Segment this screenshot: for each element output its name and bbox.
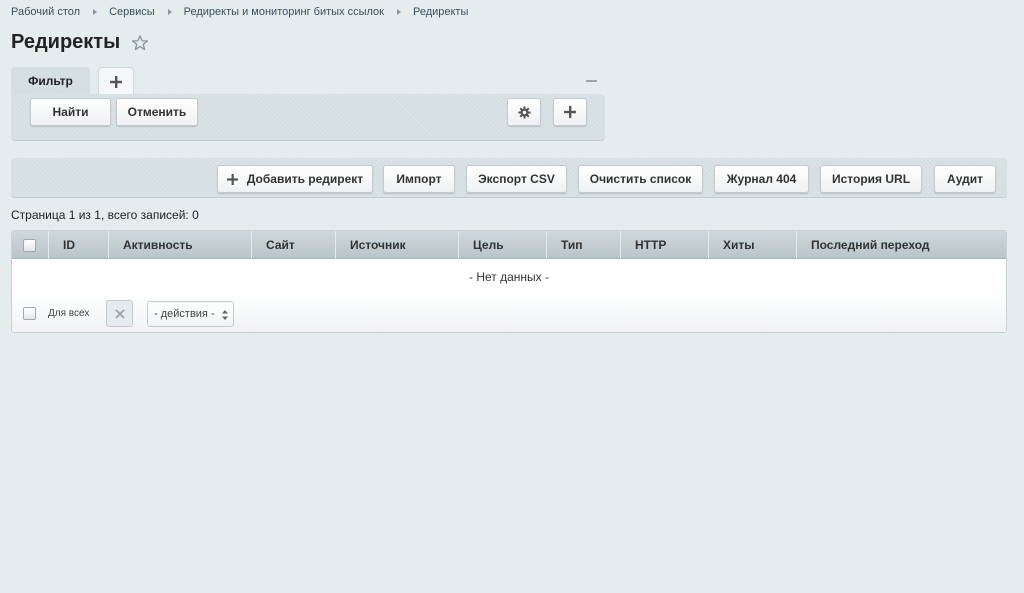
table-footer: Для всех - действия - bbox=[12, 293, 1006, 332]
plus-icon bbox=[110, 75, 122, 88]
select-all-checkbox[interactable] bbox=[23, 238, 36, 252]
breadcrumb: Рабочий стол Сервисы Редиректы и монитор… bbox=[11, 5, 468, 19]
filter-minimize-button[interactable] bbox=[586, 80, 597, 82]
column-header-site[interactable]: Сайт bbox=[251, 231, 335, 259]
breadcrumb-separator-icon bbox=[93, 9, 98, 15]
add-filter-field-button[interactable] bbox=[553, 98, 587, 126]
filter-settings-button[interactable] bbox=[507, 98, 541, 126]
breadcrumb-item-services[interactable]: Сервисы bbox=[109, 6, 155, 18]
plus-icon bbox=[564, 106, 576, 118]
add-filter-tab-button[interactable] bbox=[98, 67, 134, 95]
redirects-table: ID Активность Сайт Источник Цель Тип HTT… bbox=[11, 230, 1007, 333]
url-history-button[interactable]: История URL bbox=[820, 165, 922, 193]
filter-tab[interactable]: Фильтр bbox=[11, 67, 90, 96]
column-header-activity[interactable]: Активность bbox=[108, 231, 251, 259]
select-arrows-icon bbox=[222, 310, 228, 320]
find-button[interactable]: Найти bbox=[30, 98, 111, 126]
for-all-checkbox[interactable] bbox=[23, 307, 36, 320]
column-header-hits[interactable]: Хиты bbox=[708, 231, 796, 259]
page-title: Редиректы bbox=[11, 31, 121, 53]
delete-selected-button[interactable] bbox=[106, 300, 133, 327]
filter-panel: Найти Отменить bbox=[11, 94, 605, 141]
cancel-button[interactable]: Отменить bbox=[116, 98, 198, 126]
audit-button[interactable]: Аудит bbox=[934, 165, 996, 193]
gear-icon bbox=[517, 105, 531, 119]
clear-list-button[interactable]: Очистить список bbox=[578, 165, 703, 193]
select-all-cell bbox=[12, 231, 48, 259]
import-button[interactable]: Импорт bbox=[383, 165, 455, 193]
journal-404-button[interactable]: Журнал 404 bbox=[714, 165, 809, 193]
column-header-target[interactable]: Цель bbox=[458, 231, 546, 259]
column-header-type[interactable]: Тип bbox=[546, 231, 620, 259]
column-header-source[interactable]: Источник bbox=[335, 231, 458, 259]
column-header-last-visit[interactable]: Последний переход bbox=[796, 231, 1006, 259]
export-csv-button[interactable]: Экспорт CSV bbox=[466, 165, 567, 193]
breadcrumb-separator-icon bbox=[167, 9, 172, 15]
actions-select[interactable]: - действия - bbox=[147, 301, 234, 327]
empty-table-message: - Нет данных - bbox=[469, 270, 549, 284]
breadcrumb-item-redirects-module[interactable]: Редиректы и мониторинг битых ссылок bbox=[184, 6, 384, 18]
column-header-http[interactable]: HTTP bbox=[620, 231, 708, 259]
breadcrumb-separator-icon bbox=[396, 9, 401, 15]
breadcrumb-item-redirects[interactable]: Редиректы bbox=[413, 6, 468, 18]
star-icon[interactable] bbox=[131, 34, 149, 52]
add-redirect-label: Добавить редирект bbox=[246, 172, 364, 186]
for-all-label: Для всех bbox=[48, 308, 90, 319]
page-info: Страница 1 из 1, всего записей: 0 bbox=[11, 208, 199, 222]
add-redirect-button[interactable]: Добавить редирект bbox=[217, 165, 373, 193]
toolbar: Добавить редирект Импорт Экспорт CSV Очи… bbox=[11, 158, 1007, 198]
table-header: ID Активность Сайт Источник Цель Тип HTT… bbox=[12, 231, 1006, 259]
plus-icon bbox=[226, 173, 238, 185]
actions-select-value: - действия - bbox=[154, 308, 215, 320]
close-icon bbox=[114, 308, 125, 319]
breadcrumb-item-desktop[interactable]: Рабочий стол bbox=[11, 6, 80, 18]
column-header-id[interactable]: ID bbox=[48, 231, 108, 259]
